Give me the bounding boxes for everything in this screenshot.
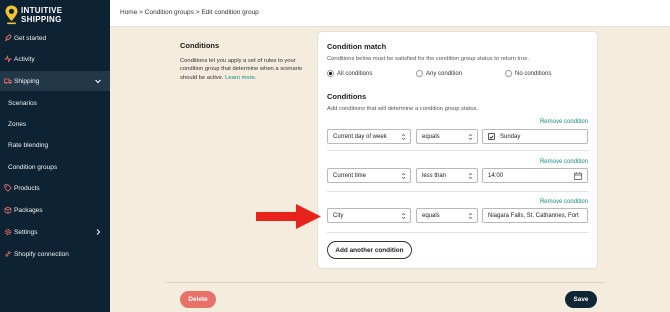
- chevron-right-icon: [96, 229, 101, 235]
- select-value: City: [333, 212, 344, 219]
- condition-value-time-input[interactable]: 14:00: [482, 168, 588, 183]
- breadcrumb-separator: >: [139, 9, 143, 16]
- learn-more-link[interactable]: Learn more.: [225, 75, 256, 81]
- sidebar-item-shipping[interactable]: Shipping: [0, 71, 110, 91]
- sidebar-item-label: Packages: [14, 206, 43, 214]
- delete-button[interactable]: Delete: [180, 291, 216, 308]
- sidebar-item-settings[interactable]: Settings: [0, 222, 110, 242]
- breadcrumb-separator: >: [195, 9, 200, 16]
- select-arrows-icon: [468, 213, 473, 219]
- divider: [327, 232, 589, 233]
- remove-condition-link[interactable]: Remove condition: [540, 159, 588, 165]
- condition-value-checkbox-list[interactable]: Sunday: [482, 129, 588, 144]
- select-arrows-icon: [468, 134, 473, 140]
- sidebar-item-activity[interactable]: Activity: [0, 49, 110, 69]
- pulse-icon: [4, 55, 12, 63]
- sidebar-item-label: Settings: [14, 228, 38, 236]
- text-value: Niagara Falls, St. Cathannes, Fort: [488, 212, 579, 219]
- gear-icon: [4, 228, 12, 236]
- sidebar-item-label: Products: [14, 184, 40, 192]
- condition-field-select[interactable]: Current day of week: [327, 129, 411, 144]
- radio-label: All conditions: [337, 70, 373, 77]
- sidebar-item-packages[interactable]: Packages: [0, 200, 110, 220]
- box-icon: [4, 206, 12, 214]
- remove-condition-link[interactable]: Remove condition: [540, 119, 588, 125]
- arrow-annotation-icon: [256, 204, 321, 229]
- sidebar-item-get-started[interactable]: Get started: [0, 28, 110, 48]
- sidebar-item-label: Scenarios: [8, 99, 37, 107]
- sidebar-item-label: Shopify connection: [14, 250, 69, 258]
- sidebar-item-label: Zones: [8, 120, 27, 128]
- radio-any-condition[interactable]: Any condition: [416, 70, 462, 77]
- brand-logo[interactable]: INTUITIVE SHIPPING: [4, 5, 108, 27]
- tag-icon: [4, 184, 12, 192]
- top-bar: Home > Condition groups > Edit condition…: [110, 0, 670, 27]
- condition-match-help: Conditions below must be satisfied for t…: [327, 56, 530, 62]
- select-value: less than: [422, 172, 447, 179]
- sidebar-item-scenarios[interactable]: Scenarios: [0, 93, 110, 113]
- section-title: Conditions: [180, 41, 220, 50]
- select-arrows-icon: [468, 173, 473, 179]
- breadcrumb-current: Edit condition group: [201, 9, 259, 16]
- sidebar-item-label: Shipping: [14, 77, 40, 85]
- sidebar: INTUITIVE SHIPPING Get started Activity …: [0, 0, 110, 312]
- breadcrumb-home[interactable]: Home: [120, 9, 137, 16]
- sidebar-item-zones[interactable]: Zones: [0, 114, 110, 134]
- radio-label: No conditions: [515, 70, 552, 77]
- condition-field-select[interactable]: Current time: [327, 168, 411, 183]
- map-pin-icon: [5, 5, 18, 25]
- radio-button[interactable]: [327, 70, 334, 77]
- radio-label: Any condition: [426, 70, 463, 77]
- sidebar-item-rate-blending[interactable]: Rate blending: [0, 135, 110, 155]
- sidebar-item-label: Activity: [14, 55, 35, 63]
- condition-operator-select[interactable]: equals: [416, 129, 478, 144]
- condition-match-title: Condition match: [327, 42, 387, 51]
- link-icon: [4, 250, 12, 258]
- radio-all-conditions[interactable]: All conditions: [327, 70, 372, 77]
- sidebar-item-condition-groups[interactable]: Condition groups: [0, 157, 110, 177]
- truck-icon: [4, 77, 12, 85]
- chevron-down-icon: [95, 79, 101, 84]
- select-value: Current day of week: [333, 133, 387, 140]
- calendar-icon[interactable]: [574, 172, 582, 180]
- condition-value-text-input[interactable]: Niagara Falls, St. Cathannes, Fort: [482, 208, 588, 223]
- condition-operator-select[interactable]: equals: [416, 208, 478, 223]
- divider: [327, 150, 589, 151]
- select-arrows-icon: [401, 134, 406, 140]
- brand-line-2: SHIPPING: [21, 14, 62, 24]
- radio-button[interactable]: [505, 70, 512, 77]
- rocket-icon: [4, 34, 12, 42]
- checkbox[interactable]: [488, 133, 495, 140]
- divider: [327, 191, 589, 192]
- radio-no-conditions[interactable]: No conditions: [505, 70, 551, 77]
- breadcrumb-condition-groups[interactable]: Condition groups: [145, 9, 194, 16]
- condition-operator-select[interactable]: less than: [416, 168, 478, 183]
- select-value: equals: [422, 133, 440, 140]
- breadcrumb: Home > Condition groups > Edit condition…: [120, 9, 259, 16]
- sidebar-item-label: Get started: [14, 34, 47, 42]
- time-value: 14:00: [488, 172, 504, 179]
- brand-name: INTUITIVE SHIPPING: [21, 6, 62, 24]
- condition-field-select[interactable]: City: [327, 208, 411, 223]
- select-value: Current time: [333, 172, 367, 179]
- sidebar-item-shopify-connection[interactable]: Shopify connection: [0, 244, 110, 264]
- select-arrows-icon: [401, 213, 406, 219]
- sidebar-item-products[interactable]: Products: [0, 178, 110, 198]
- save-button[interactable]: Save: [565, 291, 597, 308]
- remove-condition-link[interactable]: Remove condition: [540, 199, 588, 205]
- sidebar-item-label: Rate blending: [8, 141, 49, 149]
- radio-button[interactable]: [416, 70, 423, 77]
- select-value: equals: [422, 212, 440, 219]
- conditions-title: Conditions: [327, 92, 367, 101]
- checkbox-label: Sunday: [500, 133, 521, 140]
- conditions-help: Add conditions that will determine a con…: [327, 106, 479, 112]
- footer-divider: [165, 282, 605, 283]
- section-description: Conditions let you apply a set of rules …: [180, 57, 305, 82]
- add-another-condition-button[interactable]: Add another condition: [327, 241, 412, 259]
- sidebar-item-label: Condition groups: [8, 163, 58, 171]
- select-arrows-icon: [401, 173, 406, 179]
